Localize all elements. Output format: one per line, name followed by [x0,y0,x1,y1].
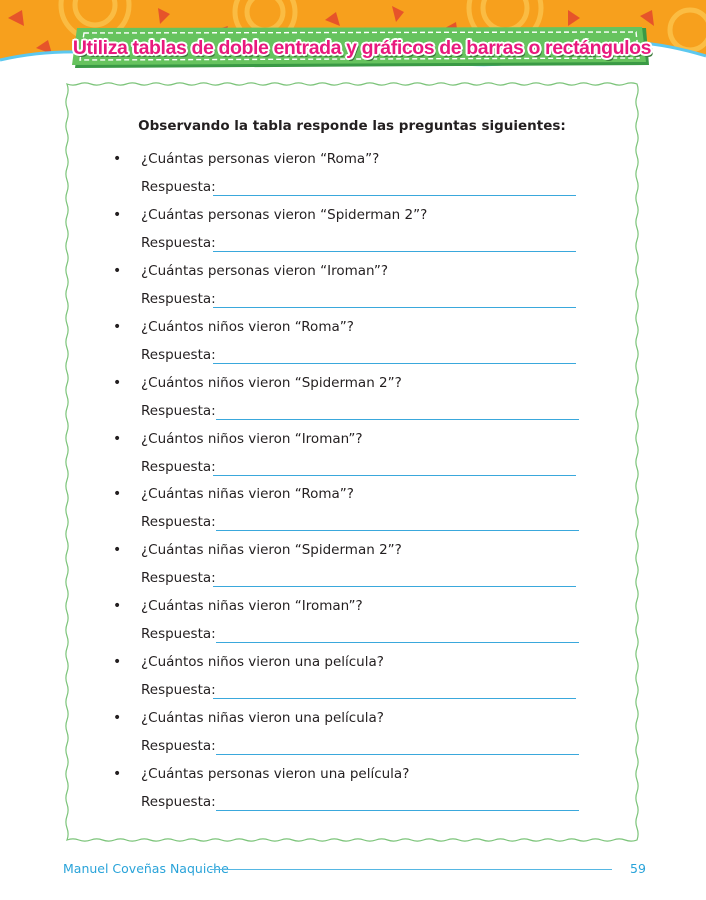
question-text: ¿Cuántas niñas vieron una película? [141,710,384,726]
answer-label: Respuesta: [141,346,216,363]
answer-label: Respuesta: [141,570,216,587]
answer-line[interactable] [213,698,576,700]
answer-label: Respuesta: [141,290,216,307]
question-item: • ¿Cuántas personas vieron “Iroman”? Respu… [63,262,641,318]
bullet: • [113,430,122,447]
footer-rule [210,869,612,870]
question-text: ¿Cuántos niños vieron “Spiderman 2”? [141,374,402,391]
bullet: • [113,486,122,503]
answer-label: Respuesta: [141,793,216,810]
title-banner: Utiliza tablas de doble entrada y gráfic… [72,27,652,69]
question-item: • ¿Cuántos niños vieron “Roma”? Respuesta: [63,318,641,374]
instruction-text: Observando la tabla responde las pregunt… [138,118,566,134]
question-item: • ¿Cuántos niños vieron una película? Resp… [63,653,641,709]
question-text: ¿Cuántas niñas vieron “Iroman”? [141,598,363,615]
bullet: • [113,318,122,335]
bullet: • [113,542,122,559]
answer-label: Respuesta: [141,402,216,419]
question-text: ¿Cuántos niños vieron una película? [141,654,384,671]
answer-label: Respuesta: [141,458,216,475]
answer-label: Respuesta: [141,514,216,531]
answer-line[interactable] [216,530,579,532]
answer-label: Respuesta: [141,738,216,754]
question-item: • ¿Cuántos niños vieron “Spiderman 2”? Res… [63,374,641,430]
question-item: • ¿Cuántas niñas vieron “Iroman”? Respuest… [63,597,641,653]
answer-line[interactable] [213,195,576,196]
question-item: • ¿Cuántas personas vieron una película? R… [63,765,641,821]
bullet: • [113,374,122,391]
answer-label: Respuesta: [141,234,216,251]
answer-line[interactable] [213,586,576,588]
bullet: • [113,765,122,782]
question-text: ¿Cuántos niños vieron “Iroman”? [141,430,363,447]
question-item: • ¿Cuántas personas vieron “Roma”? Respues… [63,150,641,206]
bullet: • [113,710,122,726]
question-item: • ¿Cuántas niñas vieron “Spiderman 2”? Res… [63,541,641,597]
worksheet-frame: Observando la tabla responde las pregunt… [63,80,641,844]
question-text: ¿Cuántas personas vieron “Roma”? [141,151,380,167]
bullet: • [113,262,122,279]
question-text: ¿Cuántas personas vieron “Iroman”? [141,262,389,279]
answer-label: Respuesta: [141,682,216,699]
bullet: • [113,206,122,223]
answer-line[interactable] [216,754,579,755]
question-text: ¿Cuántas niñas vieron “Roma”? [141,486,354,503]
question-text: ¿Cuántas personas vieron una película? [141,765,410,782]
footer-author: Manuel Coveñas Naquiche [63,861,229,876]
answer-line[interactable] [216,809,579,811]
answer-line[interactable] [213,306,576,308]
question-item: • ¿Cuántos niños vieron “Iroman”? Respuest… [63,430,641,486]
answer-line[interactable] [213,362,576,364]
answer-label: Respuesta: [141,179,216,195]
page-number: 59 [630,861,646,876]
bullet: • [113,654,122,671]
answer-line[interactable] [213,250,576,252]
page-title: Utiliza tablas de doble entrada y gráfic… [72,36,652,59]
answer-label: Respuesta: [141,626,216,643]
answer-line[interactable] [216,418,579,420]
question-text: ¿Cuántas niñas vieron “Spiderman 2”? [141,542,402,559]
bullet: • [113,151,122,167]
question-item: • ¿Cuántas niñas vieron “Roma”? Respuesta: [63,485,641,541]
answer-line[interactable] [213,474,576,476]
question-item: • ¿Cuántas niñas vieron una película? Resp… [63,709,641,765]
question-item: • ¿Cuántas personas vieron “Spiderman 2”?… [63,206,641,262]
question-text: ¿Cuántos niños vieron “Roma”? [141,318,354,335]
question-text: ¿Cuántas personas vieron “Spiderman 2”? [141,206,428,223]
bullet: • [113,598,122,615]
answer-line[interactable] [216,642,579,644]
